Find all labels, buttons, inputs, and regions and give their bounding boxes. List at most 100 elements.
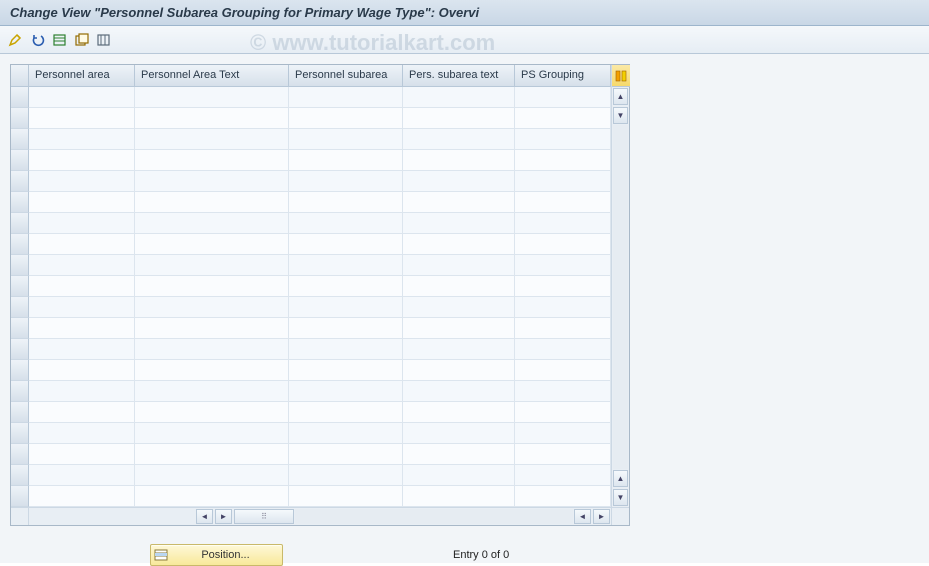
- table-cell[interactable]: [289, 108, 403, 129]
- edit-icon[interactable]: [6, 30, 26, 50]
- table-cell[interactable]: [135, 402, 289, 423]
- table-cell[interactable]: [29, 213, 135, 234]
- table-cell[interactable]: [29, 486, 135, 507]
- table-cell[interactable]: [403, 339, 515, 360]
- table-cell[interactable]: [29, 381, 135, 402]
- row-selector[interactable]: [11, 486, 29, 507]
- table-cell[interactable]: [29, 360, 135, 381]
- copy-as-icon[interactable]: [72, 30, 92, 50]
- table-cell[interactable]: [403, 465, 515, 486]
- table-cell[interactable]: [515, 171, 611, 192]
- row-selector[interactable]: [11, 108, 29, 129]
- table-cell[interactable]: [29, 318, 135, 339]
- table-cell[interactable]: [403, 213, 515, 234]
- table-cell[interactable]: [289, 255, 403, 276]
- table-cell[interactable]: [289, 297, 403, 318]
- table-cell[interactable]: [403, 234, 515, 255]
- table-cell[interactable]: [289, 171, 403, 192]
- table-cell[interactable]: [289, 360, 403, 381]
- table-cell[interactable]: [29, 171, 135, 192]
- row-selector[interactable]: [11, 381, 29, 402]
- delimit-icon[interactable]: [94, 30, 114, 50]
- table-cell[interactable]: [515, 87, 611, 108]
- table-cell[interactable]: [29, 150, 135, 171]
- table-cell[interactable]: [403, 171, 515, 192]
- table-cell[interactable]: [515, 360, 611, 381]
- row-selector[interactable]: [11, 444, 29, 465]
- table-cell[interactable]: [289, 339, 403, 360]
- table-cell[interactable]: [29, 423, 135, 444]
- row-selector[interactable]: [11, 213, 29, 234]
- scroll-up-button[interactable]: ▲: [613, 88, 628, 105]
- col-header-ps-grouping[interactable]: PS Grouping: [515, 65, 611, 87]
- table-cell[interactable]: [403, 444, 515, 465]
- table-cell[interactable]: [289, 234, 403, 255]
- table-cell[interactable]: [403, 192, 515, 213]
- row-selector[interactable]: [11, 318, 29, 339]
- table-cell[interactable]: [29, 192, 135, 213]
- table-cell[interactable]: [403, 318, 515, 339]
- row-selector[interactable]: [11, 150, 29, 171]
- row-selector[interactable]: [11, 171, 29, 192]
- scroll-down-end-button[interactable]: ▼: [613, 489, 628, 506]
- table-cell[interactable]: [29, 339, 135, 360]
- table-cell[interactable]: [289, 381, 403, 402]
- table-cell[interactable]: [29, 234, 135, 255]
- table-cell[interactable]: [515, 297, 611, 318]
- table-cell[interactable]: [29, 465, 135, 486]
- row-selector[interactable]: [11, 402, 29, 423]
- table-cell[interactable]: [289, 213, 403, 234]
- table-cell[interactable]: [135, 444, 289, 465]
- table-cell[interactable]: [403, 87, 515, 108]
- row-selector[interactable]: [11, 234, 29, 255]
- table-cell[interactable]: [289, 129, 403, 150]
- table-cell[interactable]: [135, 108, 289, 129]
- table-cell[interactable]: [135, 276, 289, 297]
- table-cell[interactable]: [135, 297, 289, 318]
- table-cell[interactable]: [135, 192, 289, 213]
- table-cell[interactable]: [135, 129, 289, 150]
- table-cell[interactable]: [403, 255, 515, 276]
- select-all-corner[interactable]: [11, 65, 29, 87]
- scroll-right-end-button[interactable]: ►: [593, 509, 610, 524]
- table-cell[interactable]: [135, 255, 289, 276]
- col-header-personnel-subarea[interactable]: Personnel subarea: [289, 65, 403, 87]
- col-header-personnel-area-text[interactable]: Personnel Area Text: [135, 65, 289, 87]
- table-cell[interactable]: [403, 360, 515, 381]
- table-cell[interactable]: [515, 339, 611, 360]
- table-cell[interactable]: [515, 255, 611, 276]
- table-cell[interactable]: [403, 423, 515, 444]
- row-selector[interactable]: [11, 297, 29, 318]
- row-selector[interactable]: [11, 339, 29, 360]
- table-cell[interactable]: [289, 150, 403, 171]
- table-cell[interactable]: [135, 465, 289, 486]
- table-cell[interactable]: [515, 444, 611, 465]
- table-cell[interactable]: [135, 213, 289, 234]
- table-cell[interactable]: [403, 129, 515, 150]
- table-cell[interactable]: [515, 234, 611, 255]
- table-cell[interactable]: [403, 150, 515, 171]
- table-cell[interactable]: [403, 276, 515, 297]
- table-cell[interactable]: [135, 171, 289, 192]
- table-cell[interactable]: [515, 402, 611, 423]
- table-cell[interactable]: [135, 423, 289, 444]
- table-cell[interactable]: [29, 444, 135, 465]
- table-cell[interactable]: [135, 381, 289, 402]
- scroll-down-button[interactable]: ▼: [613, 107, 628, 124]
- table-cell[interactable]: [29, 129, 135, 150]
- row-selector[interactable]: [11, 465, 29, 486]
- horizontal-scroll-thumb[interactable]: ⠿: [234, 509, 294, 524]
- table-cell[interactable]: [135, 486, 289, 507]
- table-cell[interactable]: [515, 486, 611, 507]
- row-selector[interactable]: [11, 129, 29, 150]
- table-cell[interactable]: [29, 297, 135, 318]
- table-cell[interactable]: [403, 486, 515, 507]
- horizontal-scroll-track[interactable]: [295, 509, 573, 524]
- table-cell[interactable]: [289, 465, 403, 486]
- scroll-left-end-button[interactable]: ◄: [574, 509, 591, 524]
- row-selector[interactable]: [11, 276, 29, 297]
- table-cell[interactable]: [403, 381, 515, 402]
- table-cell[interactable]: [289, 192, 403, 213]
- table-cell[interactable]: [135, 360, 289, 381]
- table-cell[interactable]: [515, 423, 611, 444]
